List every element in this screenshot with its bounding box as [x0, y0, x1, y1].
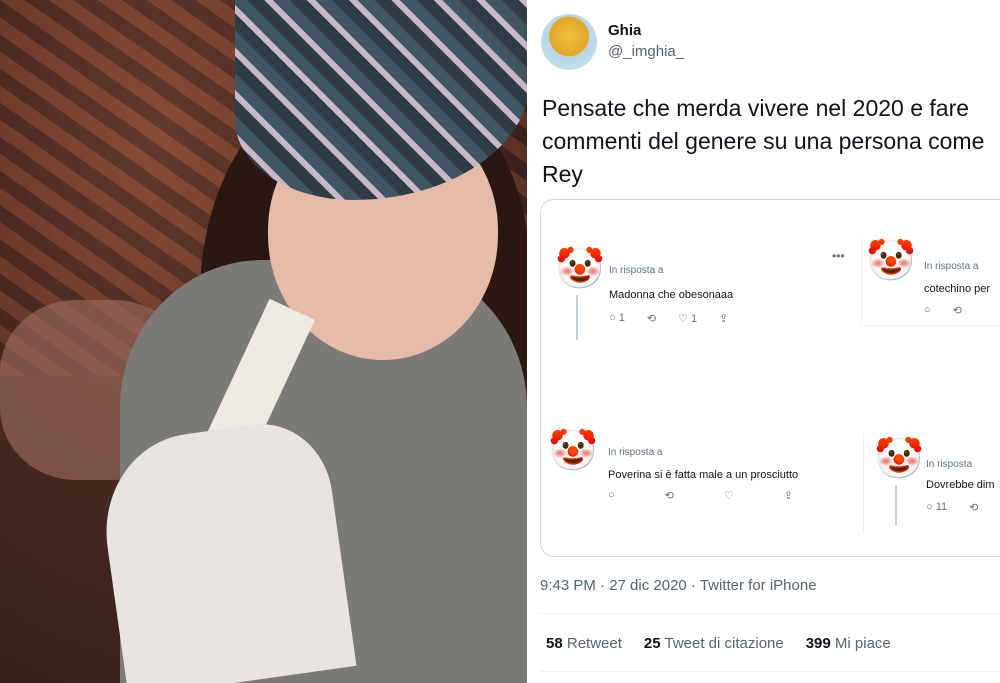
- tweet-text-line: commenti del genere su una persona come: [542, 128, 985, 154]
- reply-actions: ○ ⟲: [924, 304, 962, 317]
- reply-actions: ○ 1 ⟲ ♡ 1 ⇪: [609, 312, 728, 325]
- comment-icon: ○: [608, 489, 615, 501]
- retweet-count[interactable]: 58 Retweet: [546, 635, 622, 652]
- thread-line: [576, 295, 578, 340]
- retweet-icon: ⟲: [969, 502, 979, 514]
- comment-icon: ○ 11: [926, 501, 948, 513]
- reply-label: In risposta a: [609, 265, 664, 276]
- reply-card: 🤡 In risposta a cotechino per ○ ⟲: [861, 237, 1000, 326]
- comment-icon: ○ 1: [609, 312, 625, 324]
- clown-emoji: 🤡: [874, 437, 924, 481]
- tweet-timestamp[interactable]: 9:43 PM · 27 dic 2020 · Twitter for iPho…: [540, 577, 817, 594]
- tweet-text-line: Rey: [542, 161, 583, 187]
- author-name[interactable]: Ghia: [608, 22, 641, 39]
- reply-card: 🤡 In risposta Dovrebbe dim ○ 11 ⟲: [863, 433, 1000, 533]
- clown-emoji: 🤡: [866, 239, 916, 283]
- retweet-icon: ⟲: [646, 313, 657, 325]
- like-count[interactable]: 399 Mi piace: [806, 635, 891, 652]
- photo: [0, 0, 527, 683]
- tweet-text-line: Pensate che merda vivere nel 2020 e fare: [542, 95, 970, 121]
- reply-card: 🤡 ••• In risposta a Madonna che obesonaa…: [555, 245, 855, 340]
- tweet-media[interactable]: 🤡 ••• In risposta a Madonna che obesonaa…: [540, 199, 1000, 557]
- share-icon: ⇪: [783, 490, 793, 502]
- tweet: Ghia @_imghia_ Pensate che merda vivere …: [527, 0, 1000, 683]
- avatar[interactable]: [541, 14, 597, 70]
- retweet-icon: ⟲: [664, 490, 674, 502]
- comment-icon: ○: [924, 304, 931, 316]
- reply-card: 🤡 In risposta a Poverina si è fatta male…: [546, 425, 856, 515]
- reply-label: In risposta a: [608, 447, 663, 458]
- reply-text: Madonna che obesonaaa: [609, 289, 734, 301]
- divider: [540, 671, 1000, 672]
- reply-actions: ○ ⟲ ♡ ⇪: [608, 489, 793, 502]
- quote-count[interactable]: 25 Tweet di citazione: [644, 635, 784, 652]
- divider: [540, 613, 1000, 614]
- reply-label: In risposta a: [924, 261, 979, 272]
- clown-emoji: 🤡: [555, 247, 605, 291]
- thread-line: [895, 485, 897, 525]
- reply-text: Poverina si è fatta male a un prosciutto: [608, 469, 799, 481]
- heart-icon: ♡ 1: [678, 313, 698, 325]
- tweet-stats: 58 Retweet 25 Tweet di citazione 399 Mi …: [546, 635, 891, 652]
- heart-icon: ♡: [723, 490, 734, 502]
- reply-actions: ○ 11 ⟲: [926, 501, 978, 514]
- more-icon: •••: [832, 249, 845, 263]
- author-handle[interactable]: @_imghia_: [608, 43, 684, 60]
- reply-text: cotechino per: [924, 283, 991, 295]
- retweet-icon: ⟲: [952, 305, 962, 317]
- share-icon: ⇪: [719, 313, 729, 325]
- reply-text: Dovrebbe dim: [926, 479, 995, 491]
- reply-label: In risposta: [926, 459, 973, 470]
- clown-emoji: 🤡: [548, 429, 598, 473]
- tweet-text: Pensate che merda vivere nel 2020 e fare…: [542, 92, 1000, 191]
